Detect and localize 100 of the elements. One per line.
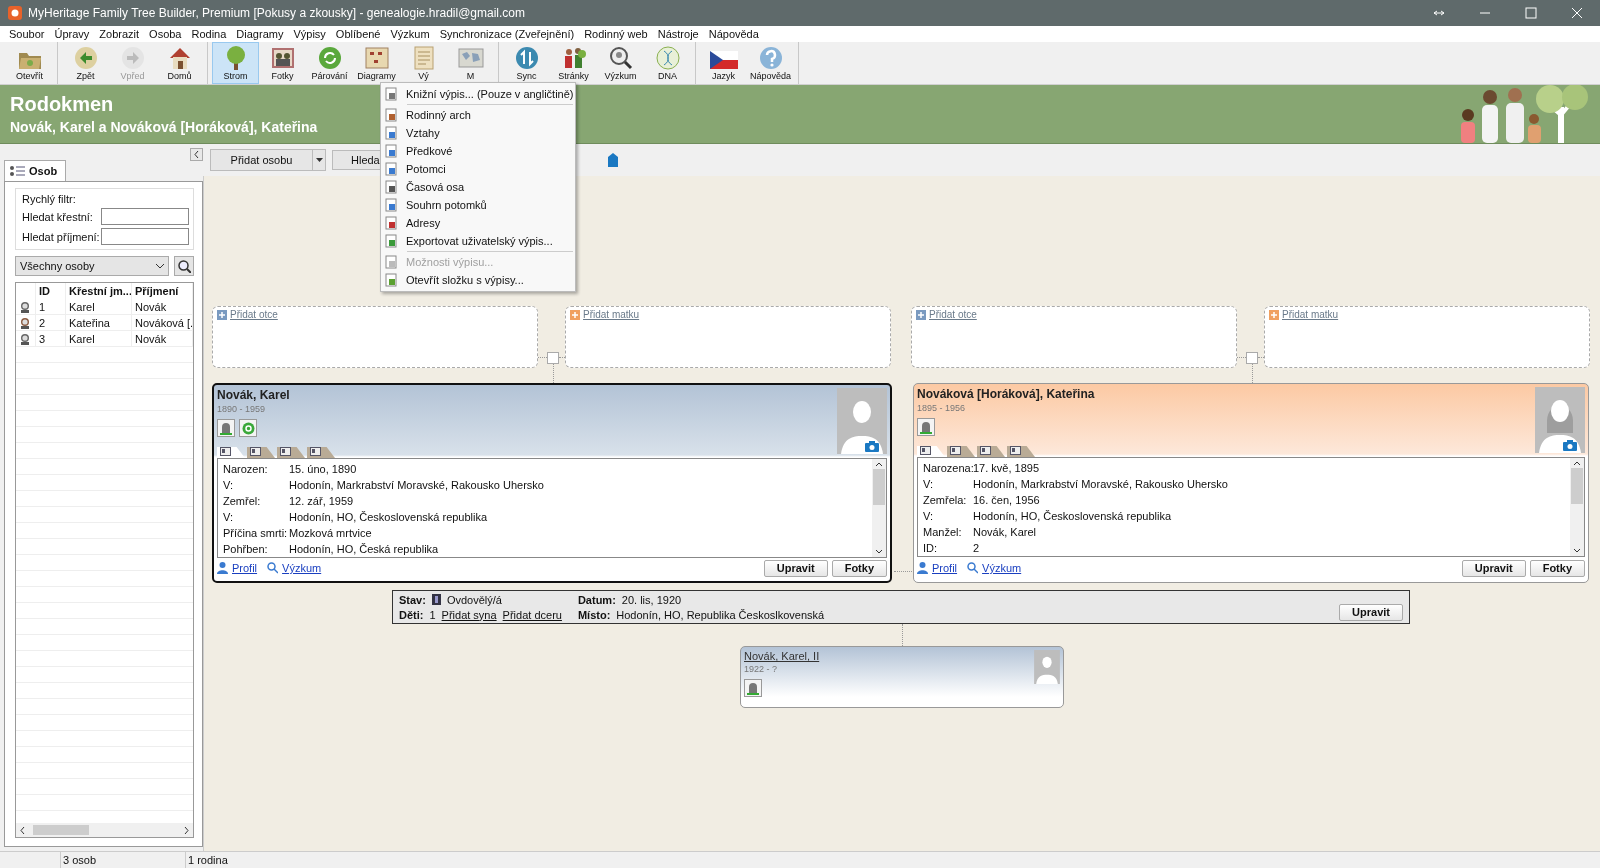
card-button[interactable]: Fotky (831, 559, 887, 577)
search-button[interactable]: Hleda (332, 150, 382, 170)
detail-value: Hodonín, HO, Československá republika (973, 510, 1173, 522)
toolbar-button[interactable]: Párování (306, 42, 353, 84)
detail-label: V: (923, 510, 934, 522)
add-parent-link[interactable]: Přidat matku (583, 309, 640, 320)
filter-dropdown[interactable]: Všechny osoby (15, 256, 169, 276)
menu-item[interactable]: Rodinný arch (381, 106, 575, 124)
menu-item[interactable]: Předkové (381, 142, 575, 160)
report-icon (385, 255, 398, 269)
menu-item[interactable]: Soubor (4, 28, 50, 40)
table-cell: Kateřina (66, 315, 132, 331)
menu-item[interactable]: Zobrazit (94, 28, 145, 40)
detail-value: 17. kvě, 1895 (973, 462, 1041, 474)
add-daughter-link[interactable]: Přidat dceru (502, 608, 562, 621)
field-value: Ovdovělý/á (446, 593, 502, 606)
menu-item[interactable]: Nástroje (652, 28, 704, 40)
add-parent-link[interactable]: Přidat otce (929, 309, 977, 320)
menu-item[interactable]: Rodinný web (579, 28, 653, 40)
toolbar-button[interactable]: Jazyk (700, 42, 747, 84)
woman-icon (19, 316, 31, 329)
add-son-link[interactable]: Přidat syna (441, 608, 497, 621)
detail-tab[interactable] (277, 447, 305, 458)
badge-button[interactable] (239, 419, 257, 437)
child-card[interactable]: Novák, Karel, II 1922 - ? (740, 646, 1064, 708)
add-person-button[interactable]: Přidat osobu (210, 149, 326, 171)
panel-tab[interactable]: Osob (4, 160, 66, 181)
id-card-icon (920, 446, 931, 455)
zoom-slider-thumb[interactable] (608, 153, 618, 167)
child-name-link[interactable]: Novák, Karel, II (744, 650, 1034, 662)
research-icon (241, 421, 255, 435)
menu-item[interactable]: Diagramy (231, 28, 289, 40)
detail-tab[interactable] (217, 447, 245, 458)
toolbar-button[interactable]: Otevřít (6, 42, 53, 84)
detail-tab[interactable] (977, 446, 1005, 457)
input-field[interactable] (101, 228, 189, 245)
toolbar-button[interactable]: Stránky (550, 42, 597, 84)
person-card[interactable] (212, 383, 892, 583)
toolbar-button[interactable]: M (447, 42, 494, 84)
menu-item[interactable]: Úpravy (49, 28, 95, 40)
column-header[interactable]: Křestní jm... (66, 283, 132, 299)
person-link[interactable]: Profil (232, 562, 258, 574)
detail-tab[interactable] (917, 446, 945, 457)
detail-label: V: (223, 479, 234, 491)
card-button[interactable]: Upravit (763, 559, 828, 577)
detail-tab[interactable] (1007, 446, 1035, 457)
toolbar-button[interactable]: Strom (212, 42, 259, 84)
menu-item[interactable]: Potomci (381, 160, 575, 178)
menu-item[interactable]: Otevřít složku s výpisy... (381, 271, 575, 289)
toolbar-button[interactable]: Nápověda (747, 42, 794, 84)
add-parent-link[interactable]: Přidat otce (230, 309, 278, 320)
menu-item[interactable]: Osoba (144, 28, 187, 40)
detail-label: V: (223, 511, 234, 523)
person-link[interactable]: Výzkum (282, 562, 322, 574)
detail-tab[interactable] (307, 447, 335, 458)
edit-button[interactable]: Upravit (1339, 603, 1403, 621)
toolbar-button[interactable]: DNA (644, 42, 691, 84)
toolbar-button[interactable]: Diagramy (353, 42, 400, 84)
toolbar-button[interactable]: Vý (400, 42, 447, 84)
menu-item[interactable]: Knižní výpis... (Pouze v angličtině) (381, 85, 575, 103)
person-link[interactable]: Profil (932, 562, 958, 574)
menu-item[interactable]: Vztahy (381, 124, 575, 142)
field-value: Hodonín, HO, Republika Českoslkovenská (616, 608, 825, 621)
detail-tab[interactable] (947, 446, 975, 457)
menu-item[interactable]: Výpisy (288, 28, 331, 40)
toolbar-button[interactable]: Zpět (62, 42, 109, 84)
toolbar-button[interactable]: Výzkum (597, 42, 644, 84)
vertical-scrollbar[interactable] (1570, 458, 1584, 556)
report-icon (385, 234, 398, 248)
connector-line (538, 357, 547, 358)
menu-item[interactable]: Oblíbené (330, 28, 386, 40)
menu-item[interactable]: Synchronizace (Zveřejnění) (434, 28, 580, 40)
menu-item[interactable]: Nápověda (703, 28, 764, 40)
badge-button[interactable] (917, 418, 935, 436)
horizontal-scrollbar[interactable] (16, 823, 193, 837)
column-header[interactable]: ID (36, 283, 66, 299)
gravestone-icon (747, 681, 759, 695)
person-name: Novák, Karel (217, 388, 291, 402)
menu-item[interactable]: Souhrn potomků (381, 196, 575, 214)
toolbar-button[interactable]: Sync (503, 42, 550, 84)
badge-button[interactable] (744, 679, 762, 697)
vertical-scrollbar[interactable] (872, 459, 886, 557)
menu-item[interactable]: Adresy (381, 214, 575, 232)
man-icon (19, 300, 31, 313)
menu-item[interactable]: Exportovat uživatelský výpis... (381, 232, 575, 250)
input-field[interactable] (101, 208, 189, 225)
collapse-button[interactable] (190, 148, 203, 161)
card-button[interactable]: Upravit (1461, 559, 1526, 577)
toolbar-button[interactable]: Fotky (259, 42, 306, 84)
menu-item[interactable]: Časová osa (381, 178, 575, 196)
person-link[interactable]: Výzkum (982, 562, 1022, 574)
column-header[interactable]: Příjmení (132, 283, 193, 299)
card-button[interactable]: Fotky (1529, 559, 1585, 577)
toolbar-button[interactable]: Domů (156, 42, 203, 84)
menu-item[interactable]: Výzkum (385, 28, 435, 40)
detail-tab[interactable] (247, 447, 275, 458)
menu-item[interactable]: Rodina (186, 28, 232, 40)
add-parent-link[interactable]: Přidat matku (1282, 309, 1339, 320)
search-button[interactable] (174, 256, 194, 276)
badge-button[interactable] (217, 419, 235, 437)
